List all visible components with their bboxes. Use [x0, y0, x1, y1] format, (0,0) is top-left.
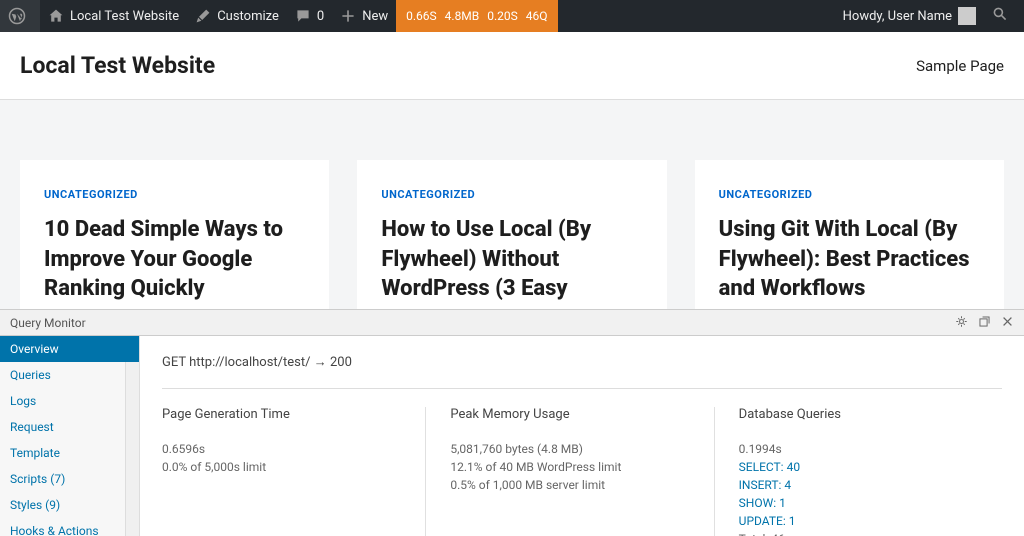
qm-request-line: GET http://localhost/test/ → 200 [162, 354, 1002, 389]
new-link[interactable]: New [332, 0, 396, 32]
post-card[interactable]: UNCATEGORIZED Using Git With Local (By F… [695, 160, 1004, 332]
qm-gen-limit: 0.0% of 5,000s limit [162, 458, 401, 476]
avatar [958, 7, 976, 25]
qm-db-title: Database Queries [739, 407, 978, 422]
qm-db-select[interactable]: SELECT: 40 [739, 458, 978, 476]
popout-icon[interactable] [978, 315, 991, 331]
new-text: New [362, 9, 388, 24]
customize-text: Customize [217, 9, 279, 24]
site-nav: Sample Page [916, 57, 1004, 75]
qm-db-total: Total: 46 [739, 530, 978, 536]
qm-col-memory: Peak Memory Usage 5,081,760 bytes (4.8 M… [426, 407, 714, 536]
brush-icon [195, 8, 211, 24]
qm-tab-overview[interactable]: Overview [0, 336, 139, 362]
wordpress-icon [8, 7, 26, 25]
post-category[interactable]: UNCATEGORIZED [44, 188, 305, 201]
qm-main: GET http://localhost/test/ → 200 Page Ge… [140, 336, 1024, 536]
search-icon [992, 6, 1008, 26]
site-title[interactable]: Local Test Website [20, 52, 215, 79]
howdy-link[interactable]: Howdy, User Name [835, 0, 984, 32]
qm-db-value: 0.1994s [739, 440, 978, 458]
qm-mem-srv: 0.5% of 1,000 MB server limit [450, 476, 689, 494]
comment-icon [295, 8, 311, 24]
debug-time: 0.66S [406, 9, 437, 23]
customize-link[interactable]: Customize [187, 0, 287, 32]
wp-logo[interactable] [0, 0, 40, 32]
debug-queries: 46Q [526, 9, 548, 23]
qm-tab-logs[interactable]: Logs [0, 388, 139, 414]
qm-sidebar: Overview Queries Logs Request Template S… [0, 336, 140, 536]
post-category[interactable]: UNCATEGORIZED [381, 188, 642, 201]
comments-link[interactable]: 0 [287, 0, 332, 32]
debug-bar[interactable]: 0.66S 4.8MB 0.20S 46Q [396, 0, 557, 32]
qm-tab-hooks[interactable]: Hooks & Actions [0, 518, 139, 536]
qm-gen-value: 0.6596s [162, 440, 401, 458]
post-card[interactable]: UNCATEGORIZED How to Use Local (By Flywh… [357, 160, 666, 332]
qm-tab-styles[interactable]: Styles (9) [0, 492, 139, 518]
admin-bar: Local Test Website Customize 0 New 0.66S… [0, 0, 1024, 32]
qm-mem-wp: 12.1% of 40 MB WordPress limit [450, 458, 689, 476]
query-monitor-panel: Query Monitor Overview Queries Logs Requ… [0, 309, 1024, 536]
close-icon[interactable] [1001, 315, 1014, 331]
post-title[interactable]: 10 Dead Simple Ways to Improve Your Goog… [44, 215, 305, 304]
qm-tab-request[interactable]: Request [0, 414, 139, 440]
howdy-text: Howdy, User Name [843, 9, 952, 24]
post-title[interactable]: How to Use Local (By Flywheel) Without W… [381, 215, 642, 304]
site-name-link[interactable]: Local Test Website [40, 0, 187, 32]
debug-memory: 4.8MB [445, 9, 480, 23]
qm-db-insert[interactable]: INSERT: 4 [739, 476, 978, 494]
nav-sample-page[interactable]: Sample Page [916, 57, 1004, 75]
qm-tab-template[interactable]: Template [0, 440, 139, 466]
qm-header: Query Monitor [0, 310, 1024, 336]
qm-title: Query Monitor [10, 316, 86, 330]
qm-db-update[interactable]: UPDATE: 1 [739, 512, 978, 530]
qm-col-generation: Page Generation Time 0.6596s 0.0% of 5,0… [162, 407, 426, 536]
gear-icon[interactable] [955, 315, 968, 331]
post-title[interactable]: Using Git With Local (By Flywheel): Best… [719, 215, 980, 304]
qm-gen-title: Page Generation Time [162, 407, 401, 422]
qm-mem-value: 5,081,760 bytes (4.8 MB) [450, 440, 689, 458]
site-name-text: Local Test Website [70, 9, 179, 24]
search-toggle[interactable] [984, 0, 1016, 32]
post-category[interactable]: UNCATEGORIZED [719, 188, 980, 201]
qm-tab-queries[interactable]: Queries [0, 362, 139, 388]
qm-db-show[interactable]: SHOW: 1 [739, 494, 978, 512]
plus-icon [340, 8, 356, 24]
site-header: Local Test Website Sample Page [0, 32, 1024, 100]
qm-tab-scripts[interactable]: Scripts (7) [0, 466, 139, 492]
home-icon [48, 8, 64, 24]
debug-db-time: 0.20S [487, 9, 518, 23]
qm-mem-title: Peak Memory Usage [450, 407, 689, 422]
qm-col-db: Database Queries 0.1994s SELECT: 40 INSE… [715, 407, 1002, 536]
comments-count: 0 [317, 9, 324, 24]
post-card[interactable]: UNCATEGORIZED 10 Dead Simple Ways to Imp… [20, 160, 329, 332]
